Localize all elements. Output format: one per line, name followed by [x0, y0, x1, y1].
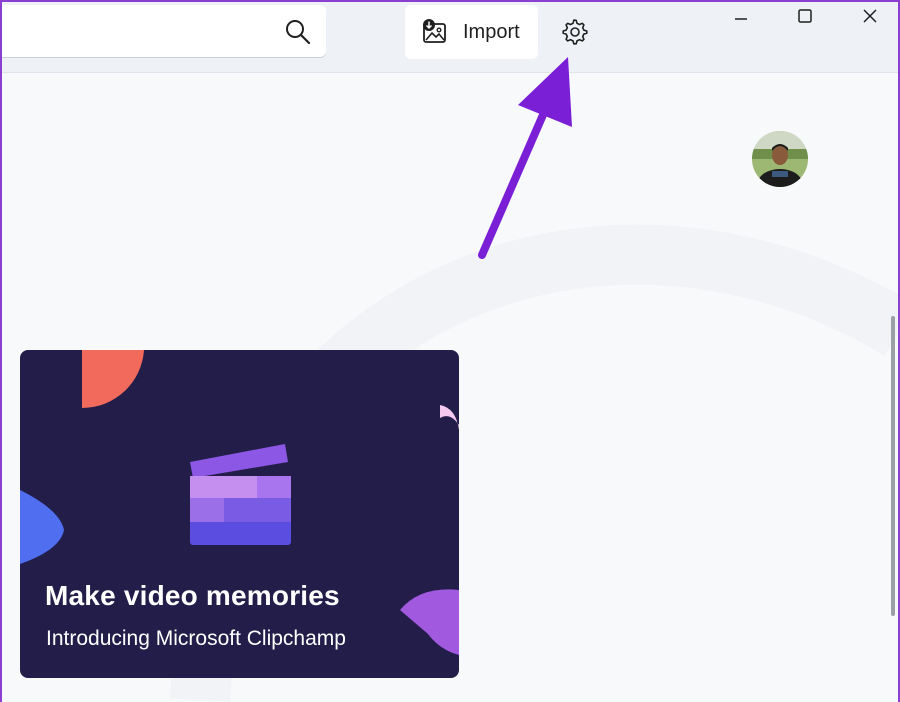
maximize-button[interactable]	[782, 2, 828, 30]
close-button[interactable]	[847, 2, 893, 30]
search-input[interactable]	[10, 13, 274, 49]
vertical-scrollbar[interactable]	[891, 316, 895, 616]
pink-shape	[440, 405, 459, 430]
minimize-button[interactable]	[718, 2, 764, 30]
import-label: Import	[463, 20, 520, 43]
user-avatar[interactable]	[752, 131, 808, 187]
coral-arc-shape	[82, 350, 144, 409]
import-photo-icon	[423, 19, 446, 43]
blue-shape	[20, 490, 64, 564]
title-bar: Import	[0, 0, 900, 73]
maximize-icon	[798, 9, 812, 23]
settings-gear-icon[interactable]	[558, 16, 590, 48]
card-subtitle: Introducing Microsoft Clipchamp	[46, 627, 346, 650]
purple-arc-shape	[400, 589, 459, 655]
card-title: Make video memories	[45, 580, 340, 611]
annotation-arrow	[478, 57, 572, 259]
search-box[interactable]	[0, 5, 326, 57]
search-icon[interactable]	[284, 18, 312, 46]
clapper-top-icon	[190, 444, 288, 478]
close-icon	[863, 9, 877, 23]
minimize-icon	[735, 18, 747, 20]
clipchamp-promo-card[interactable]: Make video memories Introducing Microsof…	[20, 350, 459, 678]
import-button[interactable]: Import	[405, 5, 538, 59]
profile-photo-icon	[752, 131, 808, 187]
